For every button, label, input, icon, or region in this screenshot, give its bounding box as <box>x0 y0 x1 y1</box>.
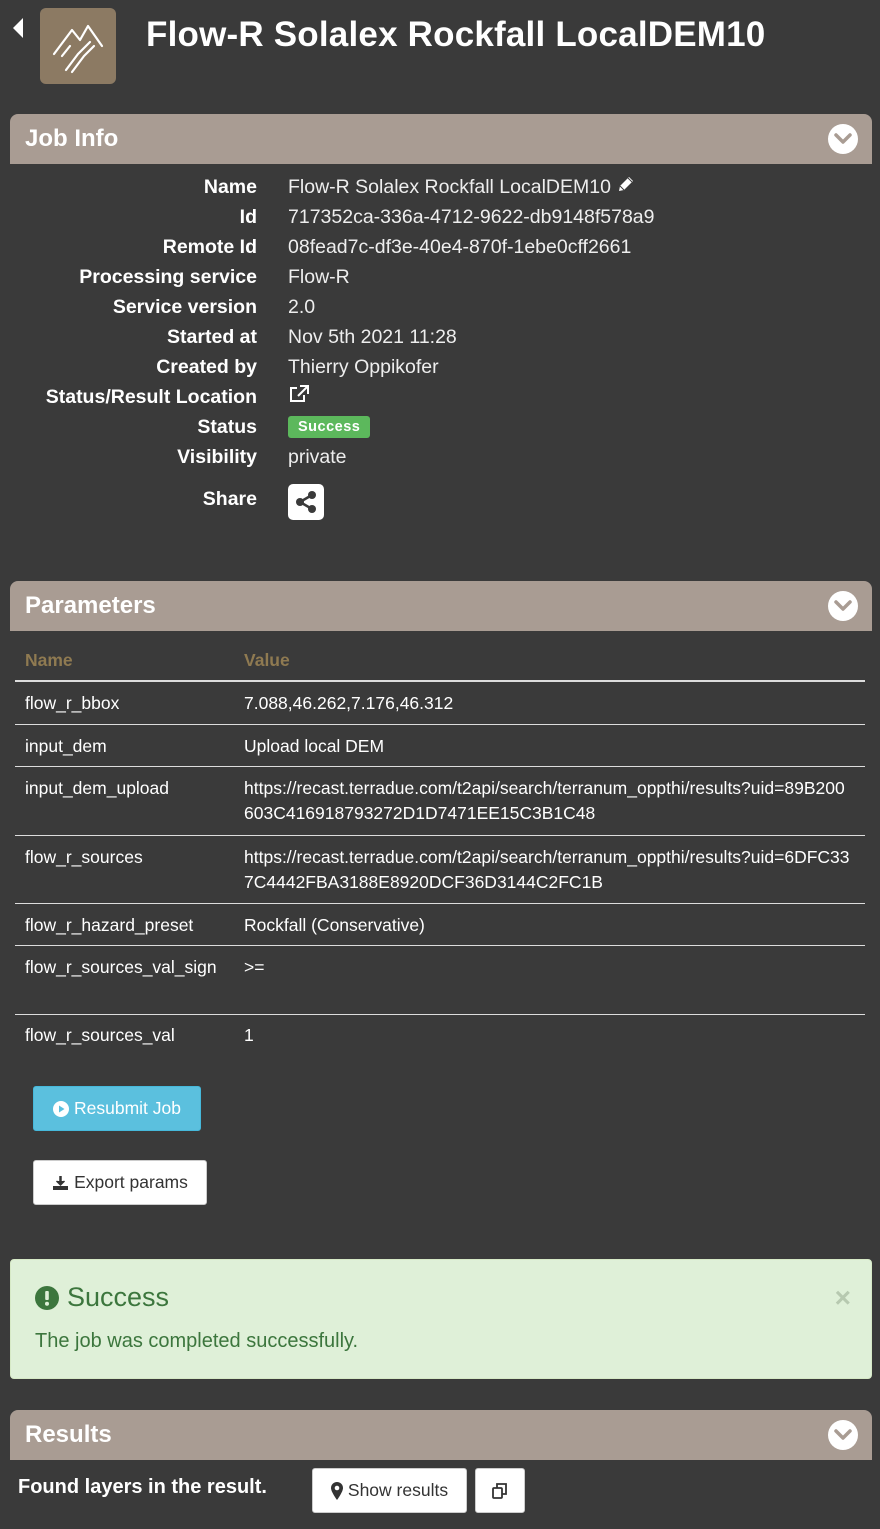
job-info-panel-title: Job Info <box>25 125 119 152</box>
info-label: Remote Id <box>162 235 257 258</box>
created-by-value: Thierry Oppikofer <box>288 355 439 378</box>
page-title: Flow-R Solalex Rockfall LocalDEM10 <box>146 15 766 54</box>
chevron-down-icon[interactable] <box>828 124 858 154</box>
info-label: Service version <box>112 295 257 318</box>
results-panel-title: Results <box>25 1421 112 1448</box>
map-marker-icon <box>330 1481 343 1500</box>
resubmit-job-button[interactable]: Resubmit Job <box>33 1086 201 1131</box>
info-label: Status/Result Location <box>45 385 257 408</box>
info-value <box>288 484 324 520</box>
alert-message: The job was completed successfully. <box>35 1330 359 1352</box>
info-label: Name <box>203 175 257 198</box>
table-header-row: Name Value <box>15 640 865 682</box>
exclamation-circle-icon <box>35 1285 59 1310</box>
info-row-share: Share <box>0 482 880 522</box>
param-value: 7.088,46.262,7.176,46.312 <box>244 693 454 713</box>
param-value: Rockfall (Conservative) <box>244 915 425 935</box>
info-label: Visibility <box>177 445 257 468</box>
param-value: Upload local DEM <box>244 736 385 756</box>
info-row-started-at: Started at Nov 5th 2021 11:28 <box>0 322 880 352</box>
job-info-panel-header[interactable]: Job Info <box>10 114 872 164</box>
table-row: flow_r_sources https://recast.terradue.c… <box>15 836 865 904</box>
info-label: Id <box>239 205 257 228</box>
info-label: Started at <box>167 325 257 348</box>
param-value: 1 <box>244 1025 254 1045</box>
results-panel-header[interactable]: Results <box>10 1410 872 1460</box>
column-header-name[interactable]: Name <box>25 650 73 671</box>
info-row-visibility: Visibility private <box>0 442 880 472</box>
info-row-service-version: Service version 2.0 <box>0 292 880 322</box>
table-row: flow_r_bbox 7.088,46.262,7.176,46.312 <box>15 682 865 725</box>
info-row-status: Status Success <box>0 412 880 442</box>
mountain-logo-icon <box>40 8 116 84</box>
param-name: flow_r_bbox <box>25 693 120 713</box>
remote-id-value: 08fead7c-df3e-40e4-870f-1ebe0cff2661 <box>288 235 632 258</box>
export-params-button[interactable]: Export params <box>33 1160 207 1205</box>
show-results-button[interactable]: Show results <box>312 1468 467 1513</box>
table-row: flow_r_sources_val 1 <box>15 1015 865 1057</box>
external-link-icon[interactable] <box>288 384 310 410</box>
started-at-value: Nov 5th 2021 11:28 <box>288 325 457 348</box>
job-name-value: Flow-R Solalex Rockfall LocalDEM10 <box>288 175 611 198</box>
chevron-down-icon[interactable] <box>828 591 858 621</box>
info-row-id: Id 717352ca-336a-4712-9622-db9148f578a9 <box>0 202 880 232</box>
alert-title-row: Success <box>35 1282 169 1313</box>
copy-button[interactable] <box>475 1468 525 1513</box>
column-header-value[interactable]: Value <box>244 650 290 671</box>
info-label: Status <box>197 415 257 438</box>
table-row: input_dem_upload https://recast.terradue… <box>15 767 865 836</box>
resubmit-job-label: Resubmit Job <box>74 1098 181 1118</box>
play-circle-icon <box>53 1100 69 1117</box>
share-button[interactable] <box>288 484 324 520</box>
param-name: input_dem_upload <box>25 778 170 798</box>
table-row: flow_r_sources_val_sign >= <box>15 946 865 1015</box>
copy-icon <box>492 1482 507 1499</box>
visibility-value: private <box>288 445 347 468</box>
info-row-name: Name Flow-R Solalex Rockfall LocalDEM10 <box>0 172 880 202</box>
alert-title: Success <box>67 1282 170 1312</box>
info-row-processing-service: Processing service Flow-R <box>0 262 880 292</box>
processing-service-value: Flow-R <box>288 265 350 288</box>
export-params-label: Export params <box>74 1172 188 1192</box>
info-value <box>288 384 310 410</box>
table-row: input_dem Upload local DEM <box>15 725 865 767</box>
param-name: flow_r_hazard_preset <box>25 915 194 935</box>
info-row-created-by: Created by Thierry Oppikofer <box>0 352 880 382</box>
share-icon <box>296 491 316 513</box>
service-version-value: 2.0 <box>288 295 316 318</box>
download-icon <box>53 1175 69 1190</box>
param-name: input_dem <box>25 736 107 756</box>
job-id-value: 717352ca-336a-4712-9622-db9148f578a9 <box>288 205 655 228</box>
info-value: Success <box>288 416 371 438</box>
param-name: flow_r_sources_val_sign <box>25 957 217 977</box>
page-header: Flow-R Solalex Rockfall LocalDEM10 <box>0 0 880 100</box>
param-name: flow_r_sources_val <box>25 1025 175 1045</box>
status-badge: Success <box>288 416 371 438</box>
results-found-text: Found layers in the result. <box>18 1476 267 1498</box>
info-label: Share <box>202 488 257 510</box>
parameters-panel-header[interactable]: Parameters <box>10 581 872 631</box>
param-value: https://recast.terradue.com/t2api/search… <box>244 778 845 823</box>
parameters-panel-title: Parameters <box>25 592 156 619</box>
info-row-status-location: Status/Result Location <box>0 382 880 412</box>
show-results-label: Show results <box>347 1480 449 1500</box>
success-alert: Success The job was completed successful… <box>10 1259 872 1379</box>
info-label: Created by <box>156 355 257 378</box>
param-value: https://recast.terradue.com/t2api/search… <box>244 847 850 892</box>
caret-left-icon[interactable] <box>10 16 26 40</box>
table-row: flow_r_hazard_preset Rockfall (Conservat… <box>15 904 865 946</box>
info-label: Processing service <box>79 265 257 288</box>
chevron-down-icon[interactable] <box>828 1420 858 1450</box>
info-row-remote-id: Remote Id 08fead7c-df3e-40e4-870f-1ebe0c… <box>0 232 880 262</box>
param-name: flow_r_sources <box>25 847 143 867</box>
info-value: Flow-R Solalex Rockfall LocalDEM10 <box>288 175 635 199</box>
param-value: >= <box>244 957 265 977</box>
pencil-icon[interactable] <box>617 175 635 199</box>
close-icon[interactable]: × <box>835 1284 851 1312</box>
